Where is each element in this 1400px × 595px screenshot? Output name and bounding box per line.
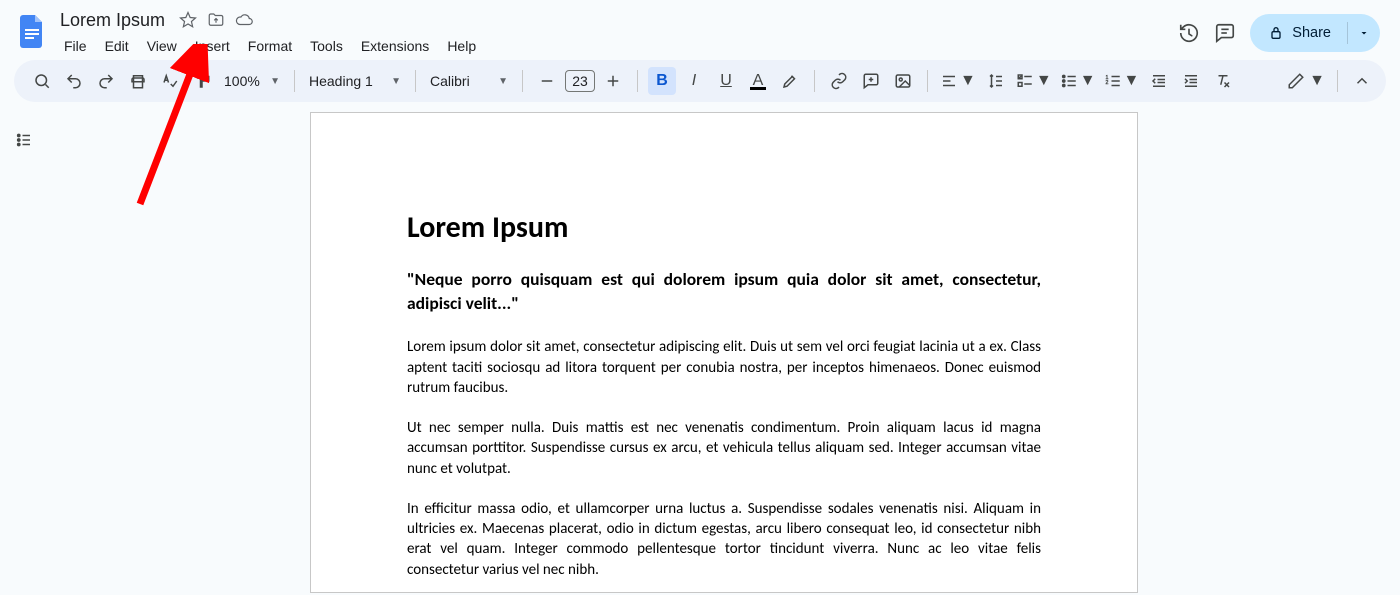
separator	[814, 70, 815, 92]
svg-text:2: 2	[1105, 80, 1108, 86]
caret-down-icon: ▼	[960, 72, 976, 90]
editor-body: Lorem Ipsum "Neque porro quisquam est qu…	[0, 102, 1400, 593]
increase-font-icon[interactable]	[599, 67, 627, 95]
doc-paragraph[interactable]: Lorem ipsum dolor sit amet, consectetur …	[407, 337, 1041, 398]
search-menus-icon[interactable]	[28, 67, 56, 95]
move-folder-icon[interactable]	[207, 11, 225, 29]
redo-icon[interactable]	[92, 67, 120, 95]
bold-button[interactable]: B	[648, 67, 676, 95]
line-spacing-icon[interactable]	[982, 67, 1010, 95]
numbered-list-icon[interactable]: 12▼	[1102, 67, 1142, 95]
caret-down-icon: ▼	[1080, 72, 1096, 90]
collapse-toolbar-icon[interactable]	[1348, 67, 1376, 95]
font-size-group	[533, 67, 627, 95]
editing-mode-button[interactable]: ▼	[1285, 67, 1327, 95]
menu-edit[interactable]: Edit	[97, 34, 137, 58]
italic-button[interactable]: I	[680, 67, 708, 95]
print-icon[interactable]	[124, 67, 152, 95]
share-dropdown[interactable]	[1348, 14, 1380, 52]
separator	[415, 70, 416, 92]
add-comment-icon[interactable]	[857, 67, 885, 95]
spellcheck-icon[interactable]	[156, 67, 184, 95]
doc-paragraph[interactable]: In efficitur massa odio, et ullamcorper …	[407, 499, 1041, 580]
paint-format-icon[interactable]	[188, 67, 216, 95]
decrease-indent-icon[interactable]	[1145, 67, 1173, 95]
insert-image-icon[interactable]	[889, 67, 917, 95]
comments-icon[interactable]	[1214, 22, 1236, 44]
caret-down-icon: ▼	[1124, 72, 1140, 90]
menu-tools[interactable]: Tools	[302, 34, 351, 58]
menu-view[interactable]: View	[139, 34, 185, 58]
separator	[294, 70, 295, 92]
font-size-input[interactable]	[565, 70, 595, 92]
paragraph-style-select[interactable]: Heading 1 ▼	[305, 73, 405, 89]
share-button-group: Share	[1250, 14, 1380, 52]
document-page[interactable]: Lorem Ipsum "Neque porro quisquam est qu…	[310, 112, 1138, 593]
menu-help[interactable]: Help	[439, 34, 484, 58]
caret-down-icon: ▼	[1036, 72, 1052, 90]
menu-file[interactable]: File	[56, 34, 95, 58]
outline-toggle-icon[interactable]	[10, 126, 38, 154]
underline-button[interactable]: U	[712, 67, 740, 95]
text-color-button[interactable]: A	[744, 67, 772, 95]
history-icon[interactable]	[1178, 22, 1200, 44]
star-icon[interactable]	[179, 11, 197, 29]
separator	[637, 70, 638, 92]
doc-subheading[interactable]: "Neque porro quisquam est qui dolorem ip…	[407, 268, 1041, 315]
increase-indent-icon[interactable]	[1177, 67, 1205, 95]
checklist-icon[interactable]: ▼	[1014, 67, 1054, 95]
insert-link-icon[interactable]	[825, 67, 853, 95]
caret-down-icon: ▼	[498, 76, 508, 87]
document-canvas: Lorem Ipsum "Neque porro quisquam est qu…	[48, 102, 1400, 593]
font-value: Calibri	[430, 73, 470, 89]
docs-logo[interactable]	[14, 12, 50, 48]
caret-down-icon: ▼	[391, 76, 401, 87]
menu-bar: File Edit View Insert Format Tools Exten…	[56, 34, 484, 58]
style-value: Heading 1	[309, 73, 373, 89]
cloud-status-icon[interactable]	[235, 11, 253, 29]
clear-formatting-icon[interactable]	[1209, 67, 1237, 95]
undo-icon[interactable]	[60, 67, 88, 95]
share-label: Share	[1292, 25, 1331, 41]
left-rail	[0, 102, 48, 593]
separator	[927, 70, 928, 92]
separator	[1337, 70, 1338, 92]
decrease-font-icon[interactable]	[533, 67, 561, 95]
zoom-value: 100%	[224, 73, 260, 89]
document-title[interactable]: Lorem Ipsum	[56, 10, 169, 31]
toolbar-container: 100% ▼ Heading 1 ▼ Calibri ▼ B I U A ▼	[0, 60, 1400, 102]
menu-extensions[interactable]: Extensions	[353, 34, 437, 58]
doc-paragraph[interactable]: Ut nec semper nulla. Duis mattis est nec…	[407, 418, 1041, 479]
caret-down-icon: ▼	[1309, 72, 1325, 90]
app-header: Lorem Ipsum File Edit View Insert Format…	[0, 0, 1400, 60]
separator	[522, 70, 523, 92]
font-select[interactable]: Calibri ▼	[426, 73, 512, 89]
doc-heading[interactable]: Lorem Ipsum	[407, 209, 1041, 246]
toolbar: 100% ▼ Heading 1 ▼ Calibri ▼ B I U A ▼	[14, 60, 1386, 102]
bulleted-list-icon[interactable]: ▼	[1058, 67, 1098, 95]
zoom-select[interactable]: 100% ▼	[220, 73, 284, 89]
highlight-button[interactable]	[776, 67, 804, 95]
share-button[interactable]: Share	[1250, 14, 1347, 52]
align-button[interactable]: ▼	[938, 67, 978, 95]
menu-insert[interactable]: Insert	[187, 34, 238, 58]
caret-down-icon: ▼	[270, 76, 280, 87]
menu-format[interactable]: Format	[240, 34, 300, 58]
